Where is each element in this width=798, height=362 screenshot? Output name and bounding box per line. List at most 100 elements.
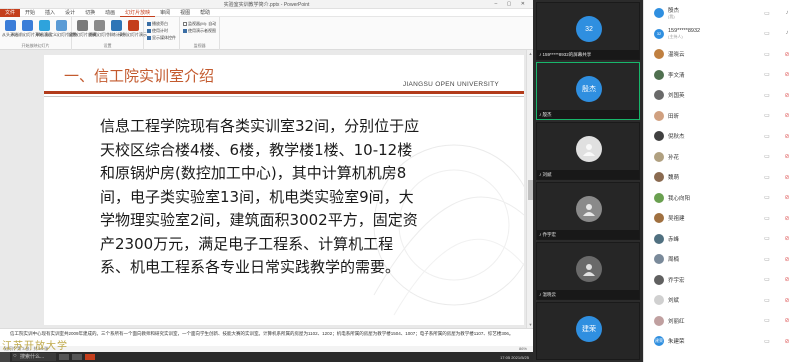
speaker-notes[interactable]: 信工院实训中心现有实训室共2009年建成的。三个系所有一个面向教师和研究实训室，… xyxy=(0,328,533,346)
ribbon-checkbox[interactable]: 使用计时 xyxy=(147,28,176,34)
camera-off-icon[interactable]: ▭ xyxy=(763,153,771,160)
camera-off-icon[interactable]: ▭ xyxy=(763,297,771,304)
ribbon-checkbox[interactable]: 监视器(M): 自动 xyxy=(183,21,216,27)
ribbon-checkbox[interactable]: 使用演示者视图 xyxy=(183,28,216,34)
microphone-muted-icon[interactable]: ⊘ xyxy=(783,112,791,119)
ribbon-group-label: 设置 xyxy=(103,43,112,48)
camera-off-icon[interactable]: ▭ xyxy=(763,317,771,324)
microphone-muted-icon[interactable]: ⊘ xyxy=(783,215,791,222)
participant-row[interactable]: 建荣 朱建荣 ▭ ⊘ xyxy=(644,332,798,350)
video-tile[interactable]: ♪ 乔宇宏 xyxy=(536,182,640,240)
participant-row[interactable]: 吴祖建 ▭ ⊘ xyxy=(644,209,798,227)
participant-row[interactable]: 乔宇宏 ▭ ⊘ xyxy=(644,271,798,289)
camera-off-icon[interactable]: ▭ xyxy=(763,92,771,99)
microphone-muted-icon[interactable]: ⊘ xyxy=(783,317,791,324)
participant-row[interactable]: 殷杰 (我) ▭ ♪ xyxy=(644,4,798,22)
microphone-icon[interactable]: ♪ xyxy=(783,10,791,17)
ribbon-button[interactable]: 设置幻灯片放映 xyxy=(68,20,96,38)
video-tile[interactable]: ♪ 温晓云 xyxy=(536,242,640,300)
checkbox-icon[interactable] xyxy=(183,29,187,33)
menu-tab[interactable]: 视图 xyxy=(175,9,195,17)
ribbon-button[interactable]: 从当前幻灯片开始 xyxy=(11,20,43,38)
participant-row[interactable]: 李文清 ▭ ⊘ xyxy=(644,66,798,84)
taskbar-app-icon[interactable] xyxy=(72,354,82,360)
ribbon-button[interactable]: 隐藏幻灯片 xyxy=(89,20,109,38)
vertical-scrollbar[interactable]: ▲ ▼ xyxy=(526,50,533,328)
participant-name-block: 赤峰 xyxy=(668,235,679,243)
camera-off-icon[interactable]: ▭ xyxy=(763,51,771,58)
checkbox-icon[interactable] xyxy=(147,29,151,33)
taskbar-search[interactable]: 搜索什么... xyxy=(12,352,56,361)
ribbon-checkbox[interactable]: 显示媒体控件 xyxy=(147,35,176,41)
microphone-muted-icon[interactable]: ⊘ xyxy=(783,92,791,99)
checkbox-icon[interactable] xyxy=(183,22,187,26)
current-slide[interactable]: 一、信工院实训室介绍 JIANGSU OPEN UNIVERSITY 信息工程学… xyxy=(44,55,524,325)
checkbox-icon[interactable] xyxy=(147,22,151,26)
ribbon-checkbox[interactable]: 播放旁白 xyxy=(147,21,176,27)
video-tile[interactable]: 32 ♪ 159*****8932的屏幕共享 xyxy=(536,2,640,60)
window-controls[interactable]: – ▢ ✕ xyxy=(495,1,529,7)
menu-tab[interactable]: 插入 xyxy=(40,9,60,17)
participant-row[interactable]: 孙花 ▭ ⊘ xyxy=(644,148,798,166)
microphone-muted-icon[interactable]: ⊘ xyxy=(783,338,791,345)
participant-row[interactable]: 32 159*****8932 (主持人) ▭ ♪ xyxy=(644,25,798,43)
camera-off-icon[interactable]: ▭ xyxy=(763,215,771,222)
video-tile[interactable]: ♪ 刘斌 xyxy=(536,122,640,180)
ribbon-group: 设置幻灯片放映 隐藏幻灯片 排练计时 录制幻灯片演示 设置 xyxy=(68,17,147,50)
menu-tab[interactable]: 帮助 xyxy=(195,9,215,17)
microphone-muted-icon[interactable]: ⊘ xyxy=(783,194,791,201)
camera-off-icon[interactable]: ▭ xyxy=(763,133,771,140)
microphone-muted-icon[interactable]: ⊘ xyxy=(783,133,791,140)
menu-tab[interactable]: 切换 xyxy=(80,9,100,17)
microphone-icon[interactable]: ♪ xyxy=(783,30,791,37)
participant-row[interactable]: 魏萌 ▭ ⊘ xyxy=(644,168,798,186)
participant-avatar: 殷杰 xyxy=(576,76,602,102)
menu-tab[interactable]: 开始 xyxy=(20,9,40,17)
menu-file[interactable]: 文件 xyxy=(0,8,21,17)
camera-off-icon[interactable]: ▭ xyxy=(763,30,771,37)
camera-off-icon[interactable]: ▭ xyxy=(763,174,771,181)
participant-row[interactable]: 温晓云 ▭ ⊘ xyxy=(644,45,798,63)
microphone-muted-icon[interactable]: ⊘ xyxy=(783,71,791,78)
participant-list: 殷杰 (我) ▭ ♪ 32 159*****8932 (主持人) ▭ ♪ 温晓云 ▭ ⊘ 李文清 ▭ ⊘ 刘国… xyxy=(643,0,798,362)
participant-avatar: 32 xyxy=(576,16,602,42)
microphone-muted-icon[interactable]: ⊘ xyxy=(783,174,791,181)
participant-row[interactable]: 倪秋杰 ▭ ⊘ xyxy=(644,127,798,145)
camera-off-icon[interactable]: ▭ xyxy=(763,71,771,78)
microphone-muted-icon[interactable]: ⊘ xyxy=(783,297,791,304)
camera-off-icon[interactable]: ▭ xyxy=(763,194,771,201)
microphone-muted-icon[interactable]: ⊘ xyxy=(783,235,791,242)
menu-tab[interactable]: 审阅 xyxy=(155,9,175,17)
microphone-muted-icon[interactable]: ⊘ xyxy=(783,51,791,58)
ribbon-button[interactable]: 录制幻灯片演示 xyxy=(119,20,147,38)
checkbox-icon[interactable] xyxy=(147,36,151,40)
participant-row[interactable]: 刘国英 ▭ ⊘ xyxy=(644,86,798,104)
video-tile[interactable]: 殷杰 ♪ 殷杰 xyxy=(536,62,640,120)
participant-row[interactable]: 赤峰 ▭ ⊘ xyxy=(644,230,798,248)
participant-row[interactable]: 周楠 ▭ ⊘ xyxy=(644,250,798,268)
camera-off-icon[interactable]: ▭ xyxy=(763,10,771,17)
participant-row[interactable]: 刘斌 ▭ ⊘ xyxy=(644,291,798,309)
microphone-muted-icon[interactable]: ⊘ xyxy=(783,153,791,160)
taskbar-app-icon[interactable] xyxy=(59,354,69,360)
microphone-muted-icon[interactable]: ⊘ xyxy=(783,276,791,283)
menu-tab[interactable]: 设计 xyxy=(60,9,80,17)
participant-row[interactable]: 刘丽红 ▭ ⊘ xyxy=(644,312,798,330)
participant-name-block: 周楠 xyxy=(668,255,679,263)
camera-off-icon[interactable]: ▭ xyxy=(763,276,771,283)
participant-role: (我) xyxy=(668,14,675,19)
camera-off-icon[interactable]: ▭ xyxy=(763,235,771,242)
menu-tab[interactable]: 幻灯片放映 xyxy=(120,9,156,17)
start-button[interactable] xyxy=(0,352,10,362)
camera-off-icon[interactable]: ▭ xyxy=(763,338,771,345)
camera-off-icon[interactable]: ▭ xyxy=(763,256,771,263)
participant-row[interactable]: 田昕 ▭ ⊘ xyxy=(644,107,798,125)
menu-tab[interactable]: 动画 xyxy=(100,9,120,17)
video-tile[interactable]: 建荣 xyxy=(536,302,640,360)
participant-row[interactable]: 我心向阳 ▭ ⊘ xyxy=(644,189,798,207)
microphone-muted-icon[interactable]: ⊘ xyxy=(783,256,791,263)
powerpoint-taskbar-icon[interactable] xyxy=(85,354,95,360)
camera-off-icon[interactable]: ▭ xyxy=(763,112,771,119)
ribbon-button[interactable]: 自定义幻灯片放映 xyxy=(45,20,77,38)
participant-name: 魏萌 xyxy=(668,175,680,181)
